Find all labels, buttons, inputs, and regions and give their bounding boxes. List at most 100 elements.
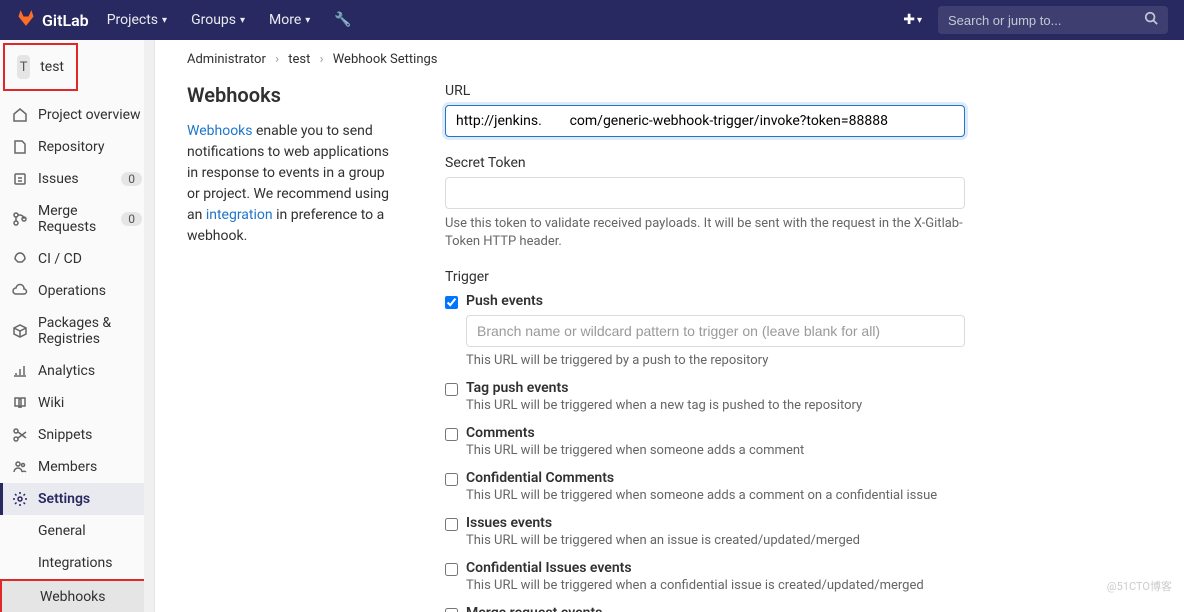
chevron-down-icon: ▾ (305, 15, 310, 26)
sidebar-item-packages-registries[interactable]: Packages & Registries (0, 307, 154, 355)
sidebar-item-label: Analytics (38, 363, 95, 379)
sidebar-item-label: Project overview (38, 107, 141, 123)
badge: 0 (121, 172, 142, 186)
breadcrumb-page: Webhook Settings (333, 52, 438, 67)
sidebar-item-repository[interactable]: Repository (0, 131, 154, 163)
chevron-down-icon: ▾ (240, 15, 245, 26)
nav-wrench[interactable]: 🔧 (324, 4, 361, 36)
trigger-branch-input[interactable] (466, 315, 965, 347)
trigger-checkbox[interactable] (445, 563, 458, 576)
create-button[interactable]: ✚ ▾ (895, 6, 930, 34)
url-label: URL (445, 83, 965, 99)
trigger-confidential-issues-events: Confidential Issues events This URL will … (445, 560, 965, 593)
trigger-checkbox[interactable] (445, 608, 458, 612)
trigger-desc: This URL will be triggered when an issue… (466, 533, 965, 548)
sidebar-item-label: Repository (38, 139, 104, 155)
sidebar-item-label: Wiki (38, 395, 64, 411)
page-title: Webhooks (187, 83, 397, 107)
sidebar-item-issues[interactable]: Issues 0 (0, 163, 154, 195)
trigger-checkbox[interactable] (445, 296, 458, 309)
search-input[interactable] (948, 13, 1144, 28)
breadcrumb: Administrator › test › Webhook Settings (187, 52, 1152, 67)
trigger-label: Trigger (445, 269, 965, 285)
badge: 0 (121, 212, 142, 226)
scissors-icon (12, 427, 28, 443)
trigger-title: Comments (466, 425, 965, 441)
secret-hint: Use this token to validate received payl… (445, 215, 965, 251)
search-box[interactable] (938, 6, 1168, 34)
sidebar-item-ci-cd[interactable]: CI / CD (0, 243, 154, 275)
sidebar-item-project-overview[interactable]: Project overview (0, 99, 154, 131)
top-nav: GitLab Projects▾ Groups▾ More▾ 🔧 ✚ ▾ (0, 0, 1184, 40)
webhooks-link[interactable]: Webhooks (187, 123, 253, 139)
trigger-desc: This URL will be triggered when a new ta… (466, 398, 965, 413)
sidebar-item-label: Operations (38, 283, 106, 299)
trigger-checkbox[interactable] (445, 383, 458, 396)
content: Administrator › test › Webhook Settings … (155, 40, 1184, 612)
trigger-title: Tag push events (466, 380, 965, 396)
trigger-desc: This URL will be triggered when someone … (466, 443, 965, 458)
sub-item-integrations[interactable]: Integrations (0, 547, 154, 579)
cloud-icon (12, 283, 28, 299)
sidebar-item-label: Merge Requests (38, 203, 111, 235)
chevron-down-icon: ▾ (162, 15, 167, 26)
sidebar-item-merge-requests[interactable]: Merge Requests 0 (0, 195, 154, 243)
sub-item-webhooks[interactable]: Webhooks (0, 579, 154, 612)
integration-link[interactable]: integration (206, 207, 273, 223)
search-icon (1144, 11, 1158, 29)
wrench-icon: 🔧 (334, 12, 351, 28)
page-description: Webhooks enable you to send notification… (187, 121, 397, 247)
secret-input[interactable] (445, 177, 965, 209)
sidebar-item-label: Packages & Registries (38, 315, 142, 347)
rocket-icon (12, 251, 28, 267)
scrollbar[interactable] (144, 40, 154, 612)
breadcrumb-admin[interactable]: Administrator (187, 52, 266, 67)
chart-icon (12, 363, 28, 379)
secret-label: Secret Token (445, 155, 965, 171)
sidebar-item-wiki[interactable]: Wiki (0, 387, 154, 419)
sidebar-item-label: Members (38, 459, 97, 475)
sidebar-item-analytics[interactable]: Analytics (0, 355, 154, 387)
trigger-desc: This URL will be triggered when someone … (466, 488, 965, 503)
sidebar-item-operations[interactable]: Operations (0, 275, 154, 307)
project-name: test (40, 59, 64, 75)
home-icon (12, 107, 28, 123)
trigger-title: Confidential Comments (466, 470, 965, 486)
trigger-checkbox[interactable] (445, 428, 458, 441)
trigger-confidential-comments: Confidential Comments This URL will be tr… (445, 470, 965, 503)
sidebar-item-members[interactable]: Members (0, 451, 154, 483)
book-icon (12, 395, 28, 411)
gitlab-icon (16, 8, 36, 32)
sidebar-item-label: Issues (38, 171, 79, 187)
sidebar-item-label: CI / CD (38, 251, 82, 267)
trigger-checkbox[interactable] (445, 473, 458, 486)
nav-items: Projects▾ Groups▾ More▾ 🔧 (97, 4, 362, 36)
project-header[interactable]: T test (3, 43, 78, 91)
package-icon (12, 323, 28, 339)
plus-icon: ✚ (903, 12, 915, 28)
chevron-down-icon: ▾ (917, 15, 922, 26)
trigger-checkbox[interactable] (445, 518, 458, 531)
breadcrumb-project[interactable]: test (288, 52, 310, 67)
sidebar-item-snippets[interactable]: Snippets (0, 419, 154, 451)
nav-projects[interactable]: Projects▾ (97, 4, 177, 36)
sidebar-item-label: Snippets (38, 427, 92, 443)
sidebar-item-label: Settings (38, 491, 90, 507)
url-input[interactable] (445, 105, 965, 137)
trigger-issues-events: Issues events This URL will be triggered … (445, 515, 965, 548)
issues-icon (12, 171, 28, 187)
trigger-desc: This URL will be triggered by a push to … (466, 353, 965, 368)
trigger-tag-push-events: Tag push events This URL will be triggere… (445, 380, 965, 413)
trigger-desc: This URL will be triggered when a confid… (466, 578, 965, 593)
nav-more[interactable]: More▾ (259, 4, 320, 36)
sidebar-item-settings[interactable]: Settings (0, 483, 154, 515)
trigger-title: Confidential Issues events (466, 560, 965, 576)
trigger-title: Merge request events (466, 605, 965, 612)
brand-text: GitLab (42, 11, 89, 30)
logo[interactable]: GitLab (16, 8, 89, 32)
watermark: @51CTO博客 (1107, 578, 1172, 594)
gear-icon (12, 491, 28, 507)
nav-groups[interactable]: Groups▾ (181, 4, 255, 36)
trigger-title: Issues events (466, 515, 965, 531)
sub-item-general[interactable]: General (0, 515, 154, 547)
